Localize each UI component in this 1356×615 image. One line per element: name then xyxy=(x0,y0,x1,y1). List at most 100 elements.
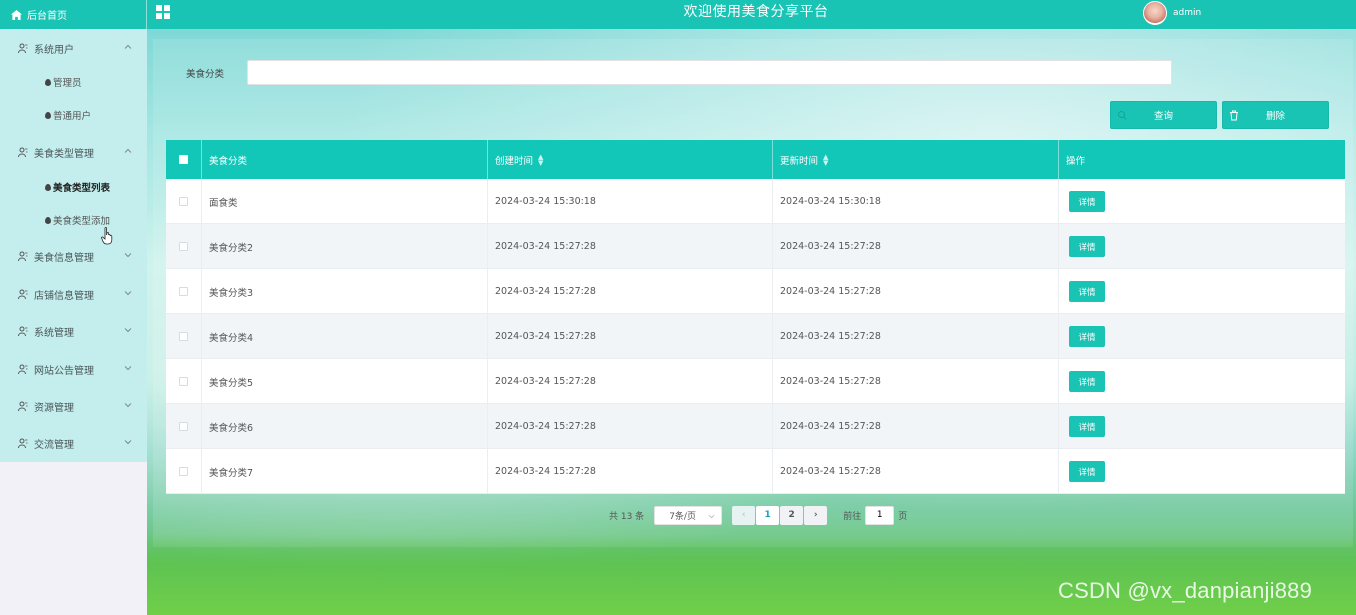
sidebar-item-label: 系统用户 xyxy=(34,44,74,56)
row-checkbox[interactable] xyxy=(179,467,188,476)
created-cell: 2024-03-24 15:27:28 xyxy=(488,269,773,314)
table-row: 美食分类5 2024-03-24 15:27:28 2024-03-24 15:27… xyxy=(166,359,1345,404)
chevron-down-icon xyxy=(708,514,715,518)
chevron-down-icon xyxy=(124,403,132,408)
table-body: 面食类 2024-03-24 15:30:18 2024-03-24 15:30:1… xyxy=(166,179,1345,494)
pin-icon xyxy=(45,216,51,224)
sort-icon[interactable]: ▲ ▼ xyxy=(538,153,543,166)
next-page-button[interactable]: › xyxy=(804,505,828,525)
category-cell: 美食分类2 xyxy=(202,224,488,269)
top-header: 后台首页 欢迎使用美食分享平台 admin xyxy=(0,0,1356,29)
row-checkbox[interactable] xyxy=(179,242,188,251)
query-button[interactable]: 查询 xyxy=(1110,101,1217,129)
sidebar-item-system-users[interactable]: 系统用户 xyxy=(0,38,147,58)
search-icon xyxy=(1118,111,1127,120)
row-checkbox[interactable] xyxy=(179,422,188,431)
goto-page-input[interactable] xyxy=(865,505,895,525)
detail-button[interactable]: 详情 xyxy=(1069,236,1105,257)
updated-cell: 2024-03-24 15:27:28 xyxy=(773,269,1059,314)
delete-button[interactable]: 删除 xyxy=(1222,101,1329,129)
avatar[interactable] xyxy=(1143,0,1167,25)
person-icon xyxy=(18,401,28,411)
sidebar-item-shop-info-management[interactable]: 店铺信息管理 xyxy=(0,284,147,304)
actions-cell: 详情 xyxy=(1059,449,1345,494)
detail-button[interactable]: 详情 xyxy=(1069,191,1105,212)
created-cell: 2024-03-24 15:27:28 xyxy=(488,314,773,359)
created-cell: 2024-03-24 15:27:28 xyxy=(488,359,773,404)
goto-label: 前往 xyxy=(843,511,862,522)
sidebar-item-label: 美食信息管理 xyxy=(34,252,94,264)
hand-cursor-icon xyxy=(101,227,113,245)
category-cell: 美食分类6 xyxy=(202,404,488,449)
page-size-select[interactable]: 7条/页 xyxy=(654,505,723,525)
table-row: 美食分类2 2024-03-24 15:27:28 2024-03-24 15:27… xyxy=(166,224,1345,269)
pin-icon xyxy=(45,183,51,191)
detail-button[interactable]: 详情 xyxy=(1069,281,1105,302)
select-all-checkbox[interactable] xyxy=(179,155,188,164)
updated-cell: 2024-03-24 15:30:18 xyxy=(773,179,1059,224)
updated-cell: 2024-03-24 15:27:28 xyxy=(773,314,1059,359)
delete-button-label: 删除 xyxy=(1265,111,1285,122)
row-checkbox[interactable] xyxy=(179,332,188,341)
person-icon xyxy=(18,364,28,374)
person-icon xyxy=(18,43,28,53)
row-checkbox[interactable] xyxy=(179,197,188,206)
search-input[interactable] xyxy=(247,60,1172,85)
created-cell: 2024-03-24 15:27:28 xyxy=(488,449,773,494)
chevron-down-icon xyxy=(124,440,132,445)
detail-button[interactable]: 详情 xyxy=(1069,326,1105,347)
row-checkbox[interactable] xyxy=(179,287,188,296)
detail-button[interactable]: 详情 xyxy=(1069,461,1105,482)
pagination-total: 共 13 条 xyxy=(609,511,645,522)
chevron-up-icon xyxy=(124,148,132,153)
updated-cell: 2024-03-24 15:27:28 xyxy=(773,404,1059,449)
sidebar-item-food-type-management[interactable]: 美食类型管理 xyxy=(0,142,147,162)
column-header-updated[interactable]: 更新时间 ▲ ▼ xyxy=(773,140,1059,179)
trash-icon xyxy=(1230,110,1238,121)
table-header: 美食分类 创建时间 ▲ ▼ 更新时间 ▲ ▼ 操作 xyxy=(166,140,1345,179)
chevron-down-icon xyxy=(124,328,132,333)
category-cell: 美食分类7 xyxy=(202,449,488,494)
chevron-down-icon xyxy=(124,366,132,371)
sidebar-subitem-food-type-add[interactable]: 美食类型添加 xyxy=(45,212,110,228)
sidebar-subitem-users[interactable]: 普通用户 xyxy=(45,107,91,123)
category-cell: 面食类 xyxy=(202,179,488,224)
sidebar-item-system-management[interactable]: 系统管理 xyxy=(0,321,147,341)
row-select-cell xyxy=(166,224,202,269)
column-header-label: 操作 xyxy=(1066,155,1086,167)
chevron-up-icon xyxy=(124,44,132,49)
updated-cell: 2024-03-24 15:27:28 xyxy=(773,449,1059,494)
sidebar-subitem-food-type-list[interactable]: 美食类型列表 xyxy=(45,179,110,195)
table-row: 美食分类6 2024-03-24 15:27:28 2024-03-24 15:27… xyxy=(166,404,1345,449)
pin-icon xyxy=(45,78,51,86)
row-checkbox[interactable] xyxy=(179,377,188,386)
pagination: 共 13 条 7条/页 ‹ 1 2 › 前往 页 xyxy=(609,505,907,525)
sidebar-subitem-admins[interactable]: 管理员 xyxy=(45,74,82,90)
sidebar-item-label: 系统管理 xyxy=(34,327,74,339)
sidebar-subitem-label: 普通用户 xyxy=(53,111,92,122)
created-cell: 2024-03-24 15:27:28 xyxy=(488,224,773,269)
person-icon xyxy=(18,438,28,448)
sidebar-item-exchange-management[interactable]: 交流管理 xyxy=(0,433,147,453)
column-header-label: 创建时间 xyxy=(495,155,534,167)
prev-page-button[interactable]: ‹ xyxy=(732,505,756,525)
detail-button[interactable]: 详情 xyxy=(1069,371,1105,392)
detail-button[interactable]: 详情 xyxy=(1069,416,1105,437)
sidebar-item-announcement-management[interactable]: 网站公告管理 xyxy=(0,359,147,379)
column-header-created[interactable]: 创建时间 ▲ ▼ xyxy=(488,140,773,179)
table-row: 美食分类4 2024-03-24 15:27:28 2024-03-24 15:27… xyxy=(166,314,1345,359)
actions-cell: 详情 xyxy=(1059,269,1345,314)
created-cell: 2024-03-24 15:30:18 xyxy=(488,179,773,224)
row-select-cell xyxy=(166,314,202,359)
food-type-table: 美食分类 创建时间 ▲ ▼ 更新时间 ▲ ▼ 操作 面食类 2024-03-24 15… xyxy=(166,140,1345,494)
page-button-2[interactable]: 2 xyxy=(780,505,804,525)
user-menu[interactable]: admin xyxy=(1143,0,1201,25)
page-button-1[interactable]: 1 xyxy=(756,505,780,525)
sidebar-item-resource-management[interactable]: 资源管理 xyxy=(0,396,147,416)
person-icon xyxy=(18,147,28,157)
sort-icon[interactable]: ▲ ▼ xyxy=(823,153,828,166)
row-select-cell xyxy=(166,359,202,404)
page-size-value: 7条/页 xyxy=(669,511,696,522)
sidebar-item-food-info-management[interactable]: 美食信息管理 xyxy=(0,246,147,266)
sidebar-item-label: 网站公告管理 xyxy=(34,365,94,377)
